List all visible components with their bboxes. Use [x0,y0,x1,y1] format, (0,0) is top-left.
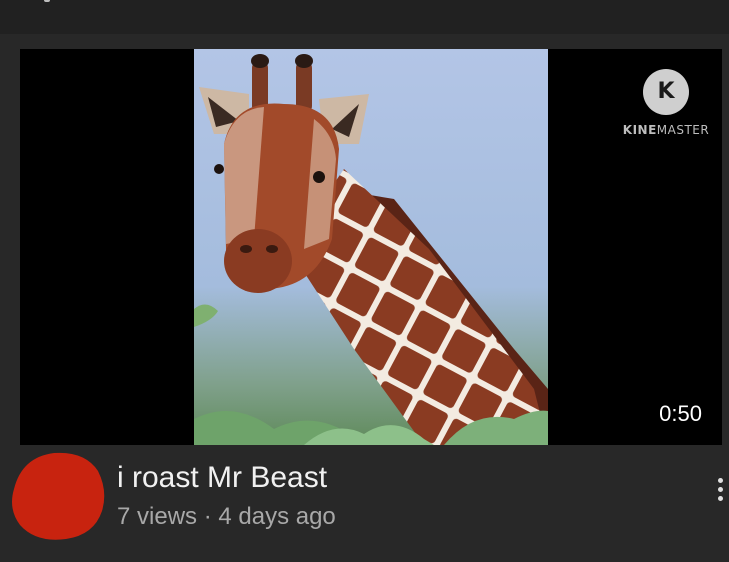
top-bar [0,0,729,34]
watermark-text: KINEMASTER [622,123,710,137]
video-thumbnail[interactable] [194,49,548,445]
avatar[interactable] [10,449,106,541]
duration-badge: 0:50 [659,401,702,426]
video-meta: 7 views · 4 days ago [117,503,336,530]
giraffe-image [194,49,548,445]
kinemaster-watermark: K KINEMASTER [616,69,716,137]
video-title[interactable]: i roast Mr Beast [117,459,327,497]
partial-glyph [44,0,50,2]
video-player[interactable]: K KINEMASTER 0:50 [20,49,722,445]
kinemaster-logo-icon: K [643,69,689,115]
more-vert-icon[interactable] [708,478,729,510]
